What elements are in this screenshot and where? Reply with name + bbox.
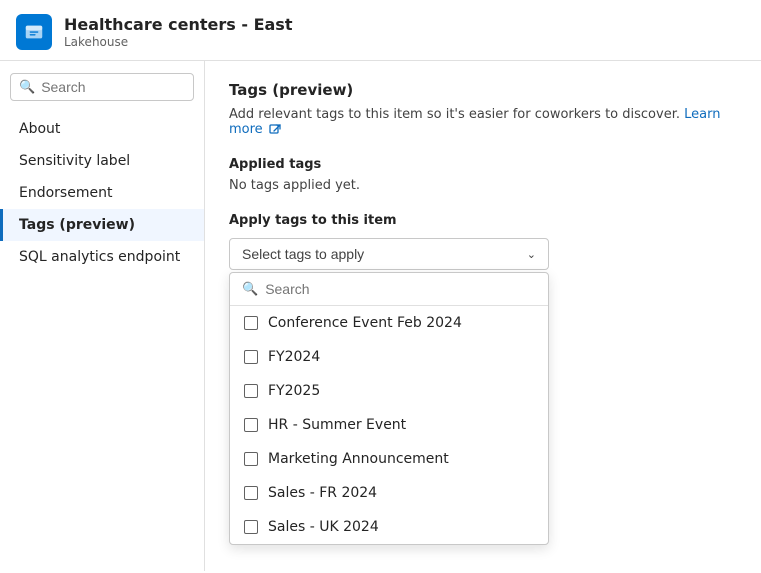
tags-dropdown-panel: 🔍 Conference Event Feb 2024 FY2024 FY202 — [229, 272, 549, 545]
chevron-down-icon: ⌄ — [527, 248, 536, 261]
item-icon — [16, 14, 52, 50]
apply-tags-title: Apply tags to this item — [229, 213, 737, 228]
applied-tags-title: Applied tags — [229, 157, 737, 172]
dropdown-placeholder-label: Select tags to apply — [242, 246, 364, 262]
sidebar-search-box[interactable]: 🔍 — [10, 73, 194, 101]
tag-checkbox-6[interactable] — [244, 486, 258, 500]
description-text: Add relevant tags to this item so it's e… — [229, 107, 737, 137]
tag-checkbox-3[interactable] — [244, 384, 258, 398]
tag-checkbox-1[interactable] — [244, 316, 258, 330]
tag-label-3: FY2025 — [268, 383, 320, 399]
tags-list: Conference Event Feb 2024 FY2024 FY2025 … — [230, 306, 548, 544]
no-tags-text: No tags applied yet. — [229, 178, 737, 193]
dropdown-search-icon: 🔍 — [242, 282, 258, 297]
list-item[interactable]: FY2025 — [230, 374, 548, 408]
sidebar: 🔍 About Sensitivity label Endorsement Ta… — [0, 61, 205, 571]
tag-label-2: FY2024 — [268, 349, 320, 365]
external-link-icon — [269, 124, 281, 136]
main-layout: 🔍 About Sensitivity label Endorsement Ta… — [0, 61, 761, 571]
tag-label-5: Marketing Announcement — [268, 451, 449, 467]
sidebar-search-input[interactable] — [41, 79, 185, 95]
list-item[interactable]: FY2024 — [230, 340, 548, 374]
header-text-group: Healthcare centers - East Lakehouse — [64, 15, 292, 49]
tag-checkbox-4[interactable] — [244, 418, 258, 432]
sidebar-item-sql-analytics[interactable]: SQL analytics endpoint — [0, 241, 204, 273]
tag-label-4: HR - Summer Event — [268, 417, 406, 433]
search-icon: 🔍 — [19, 80, 35, 95]
tag-label-6: Sales - FR 2024 — [268, 485, 377, 501]
tag-checkbox-2[interactable] — [244, 350, 258, 364]
page-subtitle: Lakehouse — [64, 35, 292, 49]
tag-label-7: Sales - UK 2024 — [268, 519, 379, 535]
sidebar-item-tags-preview[interactable]: Tags (preview) — [0, 209, 204, 241]
section-title: Tags (preview) — [229, 81, 737, 99]
list-item[interactable]: Sales - UK 2024 — [230, 510, 548, 544]
sidebar-item-about[interactable]: About — [0, 113, 204, 145]
sidebar-item-endorsement[interactable]: Endorsement — [0, 177, 204, 209]
page-header: Healthcare centers - East Lakehouse — [0, 0, 761, 61]
list-item[interactable]: Sales - FR 2024 — [230, 476, 548, 510]
tag-checkbox-5[interactable] — [244, 452, 258, 466]
tag-label-1: Conference Event Feb 2024 — [268, 315, 462, 331]
sidebar-item-sensitivity-label[interactable]: Sensitivity label — [0, 145, 204, 177]
page-title: Healthcare centers - East — [64, 15, 292, 34]
dropdown-search-box[interactable]: 🔍 — [230, 273, 548, 306]
list-item[interactable]: HR - Summer Event — [230, 408, 548, 442]
tag-checkbox-7[interactable] — [244, 520, 258, 534]
main-content: Tags (preview) Add relevant tags to this… — [205, 61, 761, 571]
list-item[interactable]: Conference Event Feb 2024 — [230, 306, 548, 340]
list-item[interactable]: Marketing Announcement — [230, 442, 548, 476]
dropdown-search-input[interactable] — [265, 281, 536, 297]
tags-dropdown-trigger[interactable]: Select tags to apply ⌄ — [229, 238, 549, 270]
tags-dropdown-container: Select tags to apply ⌄ 🔍 Conference Even… — [229, 238, 549, 270]
